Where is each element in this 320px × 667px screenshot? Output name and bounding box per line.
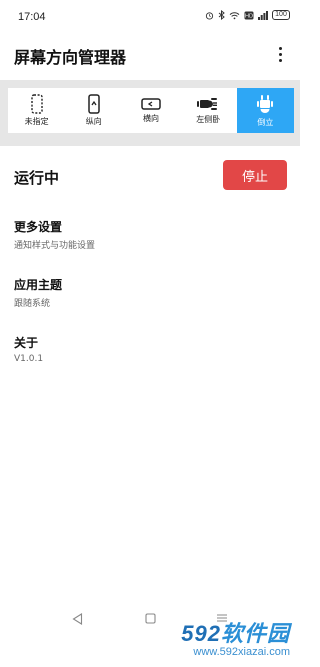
- settings-item-more[interactable]: 更多设置 通知样式与功能设置: [14, 218, 284, 251]
- signal-icon: [258, 10, 268, 20]
- watermark-brand: 592软件园: [181, 616, 290, 648]
- status-bar: 17:04 HD 100: [0, 0, 300, 34]
- orientation-mode-panel: 未指定 纵向 横向 左侧卧 倒立: [0, 80, 300, 146]
- phone-dashed-icon: [30, 94, 43, 114]
- app-bar: 屏幕方向管理器: [0, 34, 300, 80]
- wifi-icon: [229, 11, 240, 19]
- more-vert-icon[interactable]: [270, 42, 290, 66]
- stop-button[interactable]: 停止: [223, 160, 287, 190]
- battery-icon: 100: [272, 10, 290, 20]
- mode-unspecified[interactable]: 未指定: [8, 88, 66, 133]
- robot-upside-down-icon: [257, 95, 274, 113]
- mode-upside-down[interactable]: 倒立: [236, 88, 295, 133]
- robot-lying-icon: [197, 98, 218, 110]
- orientation-mode-row: 未指定 纵向 横向 左侧卧 倒立: [8, 88, 295, 133]
- mode-label: 纵向: [85, 117, 102, 126]
- status-time: 17:04: [18, 11, 46, 23]
- settings-item-subtitle: 跟随系统: [14, 299, 51, 309]
- mode-left-lying[interactable]: 左侧卧: [179, 88, 237, 133]
- phone-portrait-icon: [88, 94, 100, 114]
- mode-label: 未指定: [24, 117, 49, 126]
- watermark-text: 软件园: [220, 621, 290, 646]
- settings-item-title: 更多设置: [14, 220, 63, 234]
- service-status-row: 运行中 停止: [0, 156, 300, 196]
- watermark-number: 592: [181, 621, 221, 646]
- mode-landscape[interactable]: 横向: [122, 88, 180, 133]
- settings-item-title: 应用主题: [14, 278, 63, 292]
- settings-item-title: 关于: [14, 336, 39, 350]
- phone-landscape-icon: [141, 98, 161, 110]
- mode-label: 左侧卧: [196, 115, 221, 124]
- mode-portrait[interactable]: 纵向: [65, 88, 123, 133]
- settings-item-about[interactable]: 关于 V1.0.1: [14, 334, 284, 364]
- app-title: 屏幕方向管理器: [14, 48, 127, 67]
- hd-icon: HD: [244, 11, 254, 19]
- alarm-icon: [205, 11, 214, 20]
- service-status-text: 运行中: [14, 169, 60, 187]
- settings-item-subtitle: 通知样式与功能设置: [14, 241, 96, 251]
- settings-item-subtitle: V1.0.1: [14, 354, 44, 364]
- svg-text:HD: HD: [245, 13, 253, 19]
- bluetooth-icon: [218, 10, 225, 20]
- mode-label: 横向: [143, 114, 159, 123]
- watermark-logo: 592软件园 www.592xiazai.com: [144, 616, 294, 664]
- settings-item-theme[interactable]: 应用主题 跟随系统: [14, 276, 284, 309]
- nav-back-icon[interactable]: [72, 613, 83, 625]
- watermark-url: www.592xiazai.com: [193, 646, 290, 658]
- mode-label: 倒立: [257, 118, 274, 127]
- status-icons: HD 100: [205, 10, 290, 20]
